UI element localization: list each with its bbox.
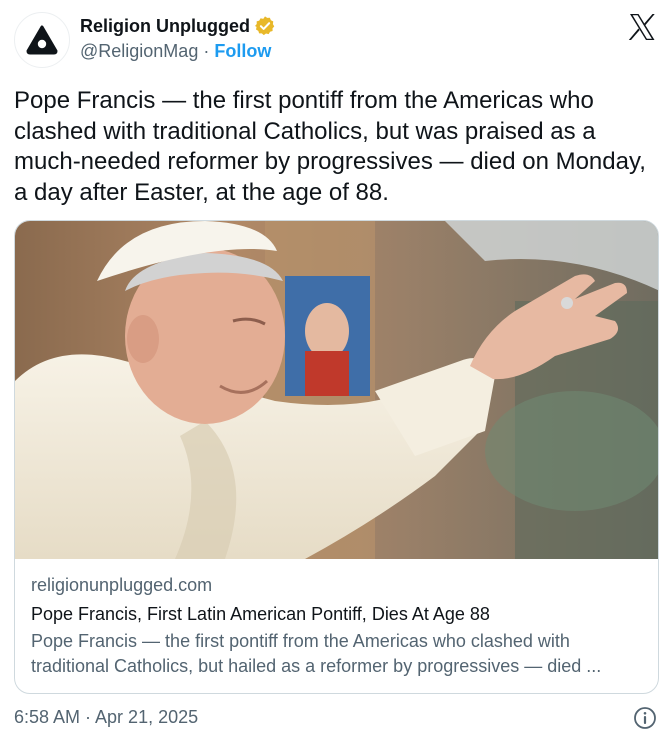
tweet-timestamp[interactable]: 6:58 AM · Apr 21, 2025 bbox=[14, 705, 198, 729]
author-info: Religion Unplugged @ReligionMag · Follow bbox=[80, 14, 276, 64]
card-domain[interactable]: religionunplugged.com bbox=[31, 573, 646, 597]
verified-badge-icon bbox=[254, 16, 275, 36]
tweet-text: Pope Francis — the first pontiff from th… bbox=[14, 87, 646, 206]
card-meta: religionunplugged.com Pope Francis, Firs… bbox=[31, 573, 646, 679]
author-name[interactable]: Religion Unplugged bbox=[80, 16, 250, 37]
follow-button[interactable]: Follow bbox=[214, 41, 271, 62]
avatar[interactable] bbox=[14, 12, 70, 68]
link-preview-card[interactable]: religionunplugged.com Pope Francis, Firs… bbox=[14, 220, 659, 694]
tweet-embed: Religion Unplugged @ReligionMag · Follow… bbox=[0, 0, 671, 733]
religion-unplugged-logo-icon bbox=[26, 25, 58, 55]
separator-dot: · bbox=[203, 40, 210, 61]
author-handle[interactable]: @ReligionMag bbox=[80, 41, 198, 62]
info-icon[interactable] bbox=[633, 706, 657, 730]
card-title[interactable]: Pope Francis, First Latin American Ponti… bbox=[31, 601, 646, 627]
pope-francis-photo-icon[interactable] bbox=[15, 221, 659, 559]
x-logo-icon[interactable] bbox=[627, 12, 657, 42]
card-description: Pope Francis — the first pontiff from th… bbox=[31, 631, 602, 676]
